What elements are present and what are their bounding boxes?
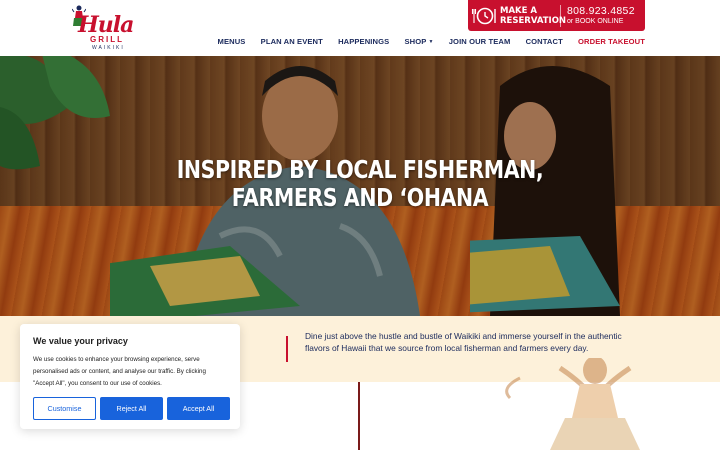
reservation-line-2: RESERVATION (500, 15, 567, 26)
phone-number-link[interactable]: 808.923.4852 (567, 5, 635, 17)
nav-shop[interactable]: SHOP ▼ (397, 37, 441, 46)
logo-waikiki-text: WAIKIKI (92, 45, 125, 51)
hero-section: INSPIRED BY LOCAL FISHERMAN, FARMERS AND… (0, 56, 720, 316)
nav-contact[interactable]: CONTACT (518, 37, 570, 46)
make-reservation-label[interactable]: MAKE A RESERVATION (500, 5, 567, 26)
logo-grill-text: GRILL (90, 35, 124, 44)
hula-grill-logo[interactable]: Hula GRILL WAIKIKI (72, 4, 142, 51)
customise-button[interactable]: Customise (33, 397, 96, 420)
reservation-divider (560, 4, 561, 27)
main-nav: MENUS PLAN AN EVENT HAPPENINGS SHOP ▼ JO… (210, 37, 645, 46)
reservation-line-1: MAKE A (500, 5, 537, 16)
nav-shop-label: SHOP (404, 37, 427, 46)
nav-order-takeout[interactable]: ORDER TAKEOUT (570, 37, 645, 46)
hula-dancer-illustration (505, 358, 640, 450)
site-header: Hula GRILL WAIKIKI MAKE A RESERVATION 80… (0, 0, 720, 56)
cookie-title: We value your privacy (33, 336, 128, 346)
plate-clock-icon (468, 0, 500, 31)
nav-menus[interactable]: MENUS (210, 37, 253, 46)
hero-title: INSPIRED BY LOCAL FISHERMAN, FARMERS AND… (65, 156, 655, 212)
cookie-description: We use cookies to enhance your browsing … (33, 356, 206, 387)
nav-plan-an-event[interactable]: PLAN AN EVENT (253, 37, 330, 46)
reject-all-button[interactable]: Reject All (100, 397, 163, 420)
cookie-consent-banner: We value your privacy We use cookies to … (20, 324, 240, 429)
hero-title-line-2: FARMERS AND ‘OHANA (231, 183, 489, 212)
section-divider (358, 382, 360, 450)
intro-text: Dine just above the hustle and bustle of… (305, 331, 622, 353)
nav-happenings[interactable]: HAPPENINGS (330, 37, 396, 46)
hero-title-line-1: INSPIRED BY LOCAL FISHERMAN, (176, 155, 544, 184)
nav-join-our-team[interactable]: JOIN OUR TEAM (441, 37, 518, 46)
cookie-buttons: Customise Reject All Accept All (33, 397, 230, 420)
reservation-contact: 808.923.4852 or BOOK ONLINE (567, 5, 635, 27)
accept-all-button[interactable]: Accept All (167, 397, 230, 420)
reservation-banner[interactable]: MAKE A RESERVATION 808.923.4852 or BOOK … (468, 0, 645, 31)
intro-accent-bar (286, 336, 288, 362)
chevron-down-icon: ▼ (428, 39, 434, 45)
book-online-link[interactable]: or BOOK ONLINE (567, 17, 635, 27)
